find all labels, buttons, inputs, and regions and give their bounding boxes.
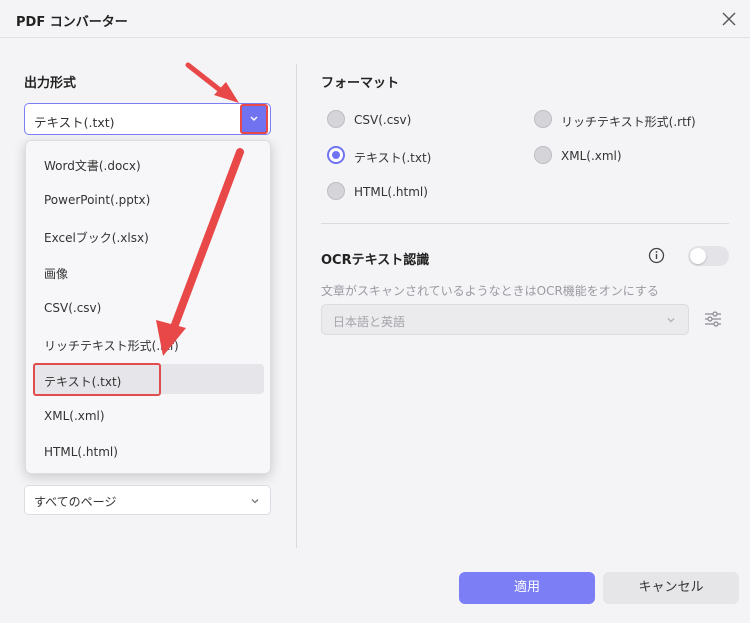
radio-label-txt: テキスト(.txt) — [354, 151, 432, 165]
format-label: フォーマット — [321, 76, 400, 91]
radio-label-csv: CSV(.csv) — [354, 113, 412, 127]
menu-item-xml[interactable]: XML(.xml) — [44, 409, 105, 423]
ocr-label: OCRテキスト認識 — [321, 253, 430, 268]
page-range-value: すべてのページ — [34, 495, 117, 509]
chevron-down-icon — [667, 318, 675, 323]
radio-label-xml: XML(.xml) — [561, 149, 622, 163]
radio-txt[interactable] — [327, 146, 345, 164]
menu-item-pptx[interactable]: PowerPoint(.pptx) — [44, 193, 150, 207]
radio-csv[interactable] — [327, 110, 345, 128]
chevron-down-icon — [250, 116, 258, 121]
radio-html[interactable] — [327, 182, 345, 200]
annotation-highlight-box — [33, 363, 161, 396]
chevron-down-icon — [251, 499, 259, 504]
output-format-menu: Word文書(.docx) PowerPoint(.pptx) Excelブック… — [25, 140, 271, 474]
close-icon[interactable] — [718, 8, 740, 30]
output-format-select[interactable]: テキスト(.txt) — [24, 103, 271, 135]
ocr-toggle[interactable] — [688, 246, 729, 266]
menu-item-xlsx[interactable]: Excelブック(.xlsx) — [44, 229, 149, 246]
radio-label-rtf: リッチテキスト形式(.rtf) — [561, 115, 696, 129]
window-title: PDF コンバーター — [16, 15, 128, 30]
page-range-select[interactable]: すべてのページ — [24, 485, 271, 515]
vertical-divider — [296, 64, 297, 548]
ocr-description: 文章がスキャンされているようなときはOCR機能をオンにする — [321, 284, 659, 298]
apply-button[interactable]: 適用 — [459, 572, 595, 604]
output-format-value: テキスト(.txt) — [34, 115, 115, 130]
cancel-button[interactable]: キャンセル — [603, 572, 739, 604]
sliders-icon[interactable] — [704, 310, 722, 328]
radio-rtf[interactable] — [534, 110, 552, 128]
radio-label-html: HTML(.html) — [354, 185, 428, 199]
title-bar: PDF コンバーター — [0, 0, 750, 38]
ocr-toggle-knob — [690, 248, 706, 264]
output-format-dropdown-button[interactable] — [240, 104, 268, 134]
ocr-language-value: 日本語と英語 — [333, 315, 406, 329]
menu-item-html[interactable]: HTML(.html) — [44, 445, 118, 459]
menu-item-image[interactable]: 画像 — [44, 265, 68, 282]
ocr-language-select[interactable]: 日本語と英語 — [321, 304, 689, 335]
horizontal-divider — [321, 223, 729, 224]
info-icon[interactable] — [648, 247, 665, 264]
annotation-arrow-top — [185, 62, 239, 103]
menu-item-docx[interactable]: Word文書(.docx) — [44, 157, 141, 174]
output-format-label: 出力形式 — [24, 76, 77, 91]
menu-item-csv[interactable]: CSV(.csv) — [44, 301, 101, 315]
radio-xml[interactable] — [534, 146, 552, 164]
menu-item-rtf[interactable]: リッチテキスト形式(.rtf) — [44, 337, 179, 354]
